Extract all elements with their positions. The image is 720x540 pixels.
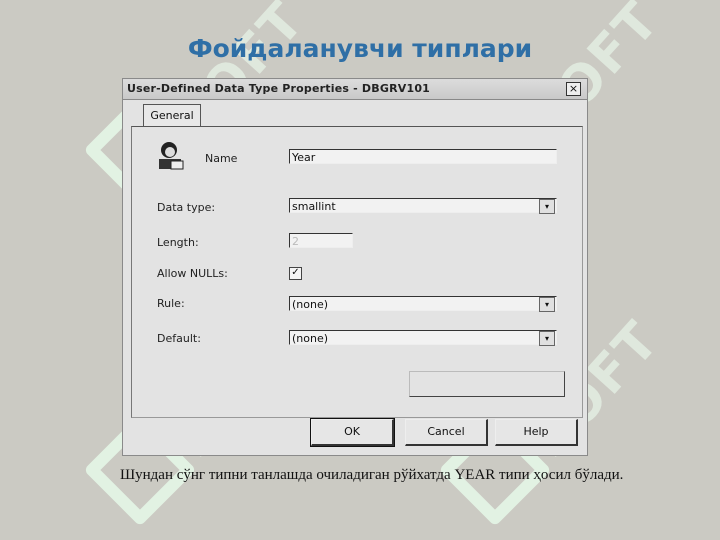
length-label: Length: [157,236,199,249]
dialog-titlebar[interactable]: User-Defined Data Type Properties - DBGR… [123,79,587,100]
properties-dialog: User-Defined Data Type Properties - DBGR… [122,78,588,456]
default-label: Default: [157,332,201,345]
length-field[interactable]: 2 [289,233,353,248]
chevron-down-icon[interactable]: ▾ [539,331,555,346]
data-type-label: Data type: [157,201,216,214]
user-type-icon [159,142,184,170]
close-button[interactable]: × [566,82,581,96]
rule-label: Rule: [157,297,185,310]
tab-general[interactable]: General [143,104,201,127]
cancel-button[interactable]: Cancel [405,419,488,446]
default-value: (none) [292,332,329,345]
chevron-down-icon[interactable]: ▾ [539,199,555,214]
caption-text: Шундан сўнг типни танлашда очиладиган рў… [120,467,624,483]
default-select[interactable]: (none) ▾ [289,330,557,346]
ok-button[interactable]: OK [310,418,395,447]
allow-nulls-checkbox[interactable]: ✓ [289,267,302,280]
name-field[interactable]: Year [289,149,557,164]
slide-title: Фойдаланувчи типлари [187,34,533,63]
help-button[interactable]: Help [495,419,578,446]
dialog-title: User-Defined Data Type Properties - DBGR… [127,82,431,95]
data-type-select[interactable]: smallint ▾ [289,198,557,214]
rule-select[interactable]: (none) ▾ [289,296,557,312]
rule-value: (none) [292,298,329,311]
name-label: Name [205,152,238,165]
disabled-button [409,371,565,397]
data-type-value: smallint [292,200,336,213]
allow-nulls-label: Allow NULLs: [157,267,228,280]
chevron-down-icon[interactable]: ▾ [539,297,555,312]
